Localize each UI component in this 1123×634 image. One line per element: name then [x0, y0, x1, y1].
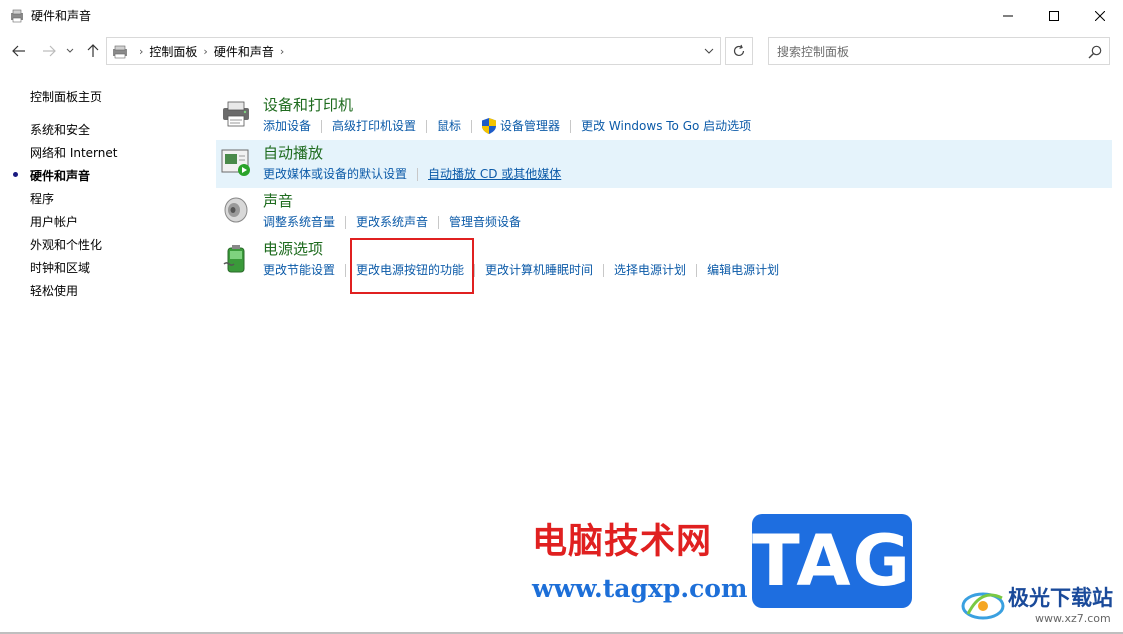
sidebar-item-home[interactable]: 控制面板主页	[30, 89, 102, 105]
breadcrumb-separator[interactable]: ›	[203, 44, 207, 60]
link-separator	[438, 215, 440, 229]
link-separator	[471, 119, 473, 133]
refresh-button[interactable]	[725, 37, 753, 65]
sidebar-item-programs[interactable]: 程序	[30, 191, 54, 207]
link-separator	[696, 263, 698, 277]
link-device-manager[interactable]: 设备管理器	[500, 118, 560, 134]
category-links: 更改媒体或设备的默认设置 自动播放 CD 或其他媒体	[263, 166, 561, 182]
category-links: 添加设备 高级打印机设置 鼠标 设备管理器 更改 Windows To Go 启…	[263, 118, 751, 134]
breadcrumb-item-hardware-sound[interactable]: 硬件和声音	[214, 44, 274, 60]
up-button[interactable]	[82, 40, 104, 62]
link-separator	[321, 119, 323, 133]
link-choose-power-plan[interactable]: 选择电源计划	[614, 262, 686, 278]
active-indicator-dot	[13, 172, 18, 177]
search-input[interactable]	[777, 43, 1077, 61]
breadcrumb-item-control-panel[interactable]: 控制面板	[149, 44, 197, 60]
sidebar-item-appearance[interactable]: 外观和个性化	[30, 237, 102, 253]
control-panel-icon	[111, 43, 129, 61]
watermark-site-text: 极光下载站	[1008, 586, 1113, 610]
category-sound: 声音 调整系统音量 更改系统声音 管理音频设备	[216, 188, 1112, 236]
printer-icon[interactable]	[220, 98, 252, 130]
category-title[interactable]: 电源选项	[263, 239, 323, 259]
window-title: 硬件和声音	[31, 9, 92, 23]
site-logo-icon	[958, 584, 1008, 624]
link-adjust-volume[interactable]: 调整系统音量	[263, 214, 335, 230]
maximize-button[interactable]	[1031, 0, 1077, 32]
title-bar: 硬件和声音	[0, 0, 1123, 32]
arrow-up-icon	[87, 44, 99, 57]
autoplay-icon[interactable]	[220, 146, 252, 178]
sidebar-item-network-internet[interactable]: 网络和 Internet	[30, 145, 117, 161]
breadcrumb-separator[interactable]: ›	[139, 44, 143, 60]
link-separator	[426, 119, 428, 133]
breadcrumb-separator[interactable]: ›	[280, 44, 284, 60]
back-button[interactable]	[8, 40, 30, 62]
category-devices-printers: 设备和打印机 添加设备 高级打印机设置 鼠标 设备管理器 更改 Windows …	[216, 92, 1112, 140]
link-separator	[417, 167, 419, 181]
chevron-down-icon	[66, 48, 74, 53]
refresh-icon	[733, 44, 745, 57]
address-dropdown-button[interactable]	[697, 38, 721, 64]
search-box[interactable]	[768, 37, 1110, 65]
category-links: 更改节能设置 更改电源按钮的功能 更改计算机睡眠时间 选择电源计划 编辑电源计划	[263, 262, 779, 278]
category-links: 调整系统音量 更改系统声音 管理音频设备	[263, 214, 521, 230]
watermark-tag-logo: TAG	[752, 514, 912, 608]
recent-locations-button[interactable]	[62, 40, 78, 62]
breadcrumb: › 控制面板 › 硬件和声音 ›	[133, 44, 290, 60]
link-mouse[interactable]: 鼠标	[437, 118, 461, 134]
link-advanced-printer-setup[interactable]: 高级打印机设置	[332, 118, 416, 134]
link-edit-power-plan[interactable]: 编辑电源计划	[707, 262, 779, 278]
forward-button[interactable]	[38, 40, 60, 62]
arrow-left-icon	[12, 45, 25, 57]
arrow-right-icon	[43, 45, 56, 57]
minimize-button[interactable]	[985, 0, 1031, 32]
category-title[interactable]: 自动播放	[263, 143, 323, 163]
link-separator	[345, 263, 347, 277]
control-panel-icon	[9, 8, 25, 24]
address-bar[interactable]: › 控制面板 › 硬件和声音 ›	[106, 37, 721, 65]
link-separator	[474, 263, 476, 277]
chevron-down-icon	[704, 48, 714, 54]
close-button[interactable]	[1077, 0, 1123, 32]
speaker-icon[interactable]	[220, 194, 252, 226]
link-separator	[570, 119, 572, 133]
link-change-system-sounds[interactable]: 更改系统声音	[356, 214, 428, 230]
category-title[interactable]: 设备和打印机	[263, 95, 353, 115]
link-separator	[345, 215, 347, 229]
watermark-cn-text: 电脑技术网	[532, 522, 713, 562]
sidebar-item-hardware-sound[interactable]: 硬件和声音	[30, 168, 90, 184]
link-autoplay-cd[interactable]: 自动播放 CD 或其他媒体	[428, 166, 561, 182]
link-windows-to-go[interactable]: 更改 Windows To Go 启动选项	[581, 118, 751, 134]
link-change-media-defaults[interactable]: 更改媒体或设备的默认设置	[263, 166, 407, 182]
watermark-url: www.tagxp.com	[532, 574, 748, 603]
annotation-highlight-box	[350, 238, 474, 294]
link-change-power-saving[interactable]: 更改节能设置	[263, 262, 335, 278]
battery-icon[interactable]	[220, 242, 252, 274]
sidebar-item-system-security[interactable]: 系统和安全	[30, 122, 90, 138]
sidebar-item-ease-of-access[interactable]: 轻松使用	[30, 283, 78, 299]
category-autoplay: 自动播放 更改媒体或设备的默认设置 自动播放 CD 或其他媒体	[216, 140, 1112, 188]
sidebar-item-clock-region[interactable]: 时钟和区域	[30, 260, 90, 276]
sidebar-item-user-accounts[interactable]: 用户帐户	[30, 214, 78, 230]
link-separator	[603, 263, 605, 277]
uac-shield-icon	[482, 118, 497, 134]
link-add-device[interactable]: 添加设备	[263, 118, 311, 134]
watermark-site-url: www.xz7.com	[1035, 612, 1111, 625]
search-icon[interactable]	[1087, 44, 1103, 60]
link-change-sleep-time[interactable]: 更改计算机睡眠时间	[485, 262, 593, 278]
link-manage-audio-devices[interactable]: 管理音频设备	[449, 214, 521, 230]
category-title[interactable]: 声音	[263, 191, 293, 211]
